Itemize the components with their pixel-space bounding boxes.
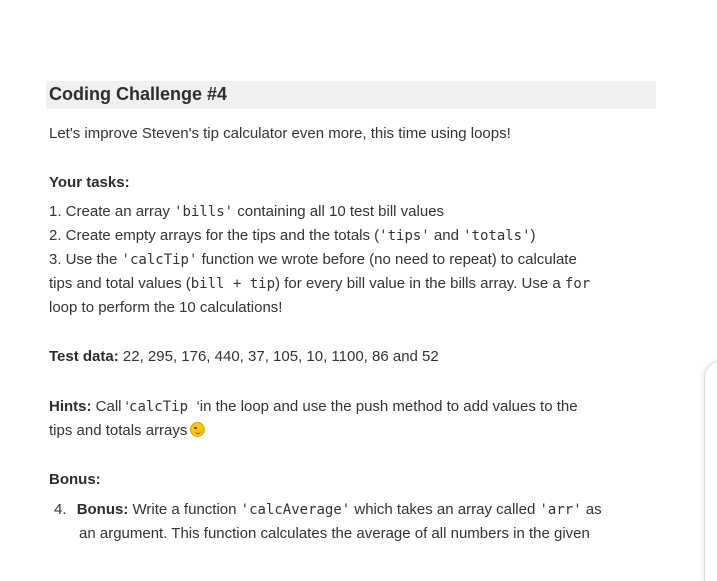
task-3-l2-code-for: for (564, 276, 591, 292)
bonus-4-code-arr: 'arr' (539, 502, 582, 518)
winking-face-icon (190, 422, 206, 437)
task-1-code: 'bills' (174, 204, 234, 220)
task-2: 2. Create empty arrays for the tips and … (49, 226, 536, 246)
task-2-mid: and (429, 227, 464, 244)
bonus-4-line-1: 4. Bonus: Write a function 'calcAverage'… (54, 500, 602, 520)
test-data-value: 22, 295, 176, 440, 37, 105, 10, 1100, 86… (118, 348, 439, 365)
bonus-4-line-2: an argument. This function calculates th… (79, 525, 590, 542)
task-3-line-3: loop to perform the 10 calculations! (49, 299, 283, 316)
hints-code: calcTip (129, 399, 197, 415)
hints-suffix: ‘in the loop and use the push method to … (196, 398, 578, 415)
task-3-code: 'calcTip' (121, 252, 198, 268)
intro-text: Let's improve Steven's tip calculator ev… (49, 125, 511, 142)
hints-label: Hints: (49, 398, 92, 415)
task-1: 1. Create an array 'bills' containing al… (49, 202, 444, 222)
task-3-l2-suffix: ) for every bill value in the bills arra… (275, 275, 565, 292)
bonus-4-suffix: as (581, 501, 602, 518)
bonus-4-number: 4. (54, 501, 67, 518)
hints-line-2: tips and totals arrays (49, 421, 206, 441)
task-1-suffix: containing all 10 test bill values (233, 203, 445, 220)
task-3-l2-code: bill + tip (190, 276, 276, 292)
hints-line-1: Hints: Call ‘calcTip ‘in the loop and us… (49, 397, 578, 417)
bonus-heading: Bonus: (49, 471, 101, 488)
task-3-line-1: 3. Use the 'calcTip' function we wrote b… (49, 250, 577, 270)
test-data: Test data: 22, 295, 176, 440, 37, 105, 1… (49, 347, 439, 367)
task-3-prefix: 3. Use the (49, 251, 122, 268)
task-2-suffix: ) (530, 227, 536, 244)
task-2-code-tips: 'tips' (379, 228, 430, 244)
task-2-code-totals: 'totals' (463, 228, 531, 244)
task-1-prefix: 1. Create an array (49, 203, 175, 220)
hints-prefix: Call ‘ (91, 398, 130, 415)
test-data-label: Test data: (49, 348, 119, 365)
bonus-4-prefix: Write a function (128, 501, 241, 518)
task-3-suffix: function we wrote before (no need to rep… (197, 251, 577, 268)
page-title: Coding Challenge #4 (49, 84, 228, 104)
task-2-prefix: 2. Create empty arrays for the tips and … (49, 227, 380, 244)
bonus-4-mid: which takes an array called (350, 501, 540, 518)
bonus-4-label: Bonus: (76, 501, 129, 518)
bonus-4-code: 'calcAverage' (240, 502, 351, 518)
task-3-line-2: tips and total values (bill + tip) for e… (49, 274, 590, 294)
task-3-l2-prefix: tips and total values ( (49, 275, 191, 292)
tasks-heading: Your tasks: (49, 174, 130, 191)
hints-l2: tips and totals arrays (49, 422, 188, 439)
page-edge-decoration (704, 360, 717, 581)
title-bar: Coding Challenge #4 (46, 81, 656, 109)
